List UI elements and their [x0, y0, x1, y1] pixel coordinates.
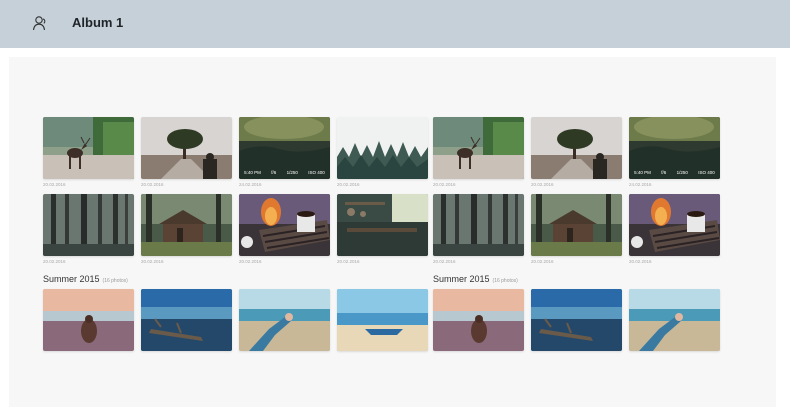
- photo-date: 20.02.2016: [337, 182, 360, 187]
- photo-image: [629, 194, 720, 256]
- photo-thumbnail[interactable]: [239, 194, 330, 256]
- photo-date: 20.02.2016: [531, 259, 554, 264]
- photo-date: 20.02.2016: [433, 259, 456, 264]
- photo-date: 20.02.2016: [239, 259, 262, 264]
- photo-thumbnail[interactable]: [629, 289, 720, 351]
- photo-image: [433, 117, 524, 179]
- photo-image: [141, 289, 232, 351]
- photo-image: [531, 117, 622, 179]
- photo-thumbnail[interactable]: [141, 117, 232, 179]
- user-icon[interactable]: [32, 15, 48, 31]
- photo-image: [43, 194, 134, 256]
- photo-thumbnail[interactable]: [141, 194, 232, 256]
- photo-thumbnail[interactable]: [337, 289, 428, 351]
- page-title: Album 1: [72, 15, 124, 30]
- photo-thumbnail[interactable]: [337, 194, 428, 256]
- photo-image: [433, 194, 524, 256]
- photo-date: 20.02.2016: [629, 259, 652, 264]
- photo-image: [43, 117, 134, 179]
- photo-thumbnail[interactable]: [337, 117, 428, 179]
- photo-thumbnail[interactable]: [43, 117, 134, 179]
- photo-date: 20.02.2016: [337, 259, 360, 264]
- photo-image: [43, 289, 134, 351]
- photo-date: 20.02.2016: [43, 182, 66, 187]
- photo-date: 24.02.2016: [629, 182, 652, 187]
- photo-grid: 20.02.2016 20.02.2016 5:40 PM f/6 1/250 ISO…: [9, 57, 776, 407]
- photo-thumbnail[interactable]: [531, 194, 622, 256]
- photo-image: [337, 117, 428, 179]
- photo-count: (16 photos): [492, 278, 518, 284]
- top-bar: Album 1: [0, 0, 790, 48]
- photo-image: [337, 194, 428, 256]
- photo-date: 20.02.2016: [141, 259, 164, 264]
- photo-thumbnail[interactable]: 5:40 PM f/6 1/250 ISO 400: [239, 117, 330, 179]
- photo-thumbnail[interactable]: 5:40 PM f/6 1/250 ISO 400: [629, 117, 720, 179]
- photo-count: (16 photos): [102, 278, 128, 284]
- photo-image: [531, 289, 622, 351]
- photo-date: 24.02.2016: [239, 182, 262, 187]
- photo-thumbnail[interactable]: [239, 289, 330, 351]
- photo-image: [531, 194, 622, 256]
- photo-date: 20.02.2016: [531, 182, 554, 187]
- photo-date: 20.02.2016: [141, 182, 164, 187]
- exif-info: 5:40 PM f/6 1/250 ISO 400: [244, 170, 325, 175]
- section-title: Summer 2015 (16 photos): [43, 274, 128, 284]
- photo-image: [141, 117, 232, 179]
- photo-thumbnail[interactable]: [141, 289, 232, 351]
- photo-image: [239, 194, 330, 256]
- section-title: Summer 2015 (16 photos): [433, 274, 518, 284]
- photo-image: [239, 289, 330, 351]
- photo-thumbnail[interactable]: [433, 117, 524, 179]
- photo-thumbnail[interactable]: [531, 289, 622, 351]
- photo-thumbnail[interactable]: [433, 289, 524, 351]
- photo-thumbnail[interactable]: [629, 194, 720, 256]
- photo-image: [433, 289, 524, 351]
- photo-thumbnail[interactable]: [433, 194, 524, 256]
- photo-date: 20.02.2016: [433, 182, 456, 187]
- photo-image: [141, 194, 232, 256]
- photo-image: [629, 289, 720, 351]
- photo-date: 20.02.2016: [43, 259, 66, 264]
- photo-thumbnail[interactable]: [43, 194, 134, 256]
- photo-image: [337, 289, 428, 351]
- photo-thumbnail[interactable]: [531, 117, 622, 179]
- photo-thumbnail[interactable]: [43, 289, 134, 351]
- exif-info: 5:40 PM f/6 1/250 ISO 400: [634, 170, 715, 175]
